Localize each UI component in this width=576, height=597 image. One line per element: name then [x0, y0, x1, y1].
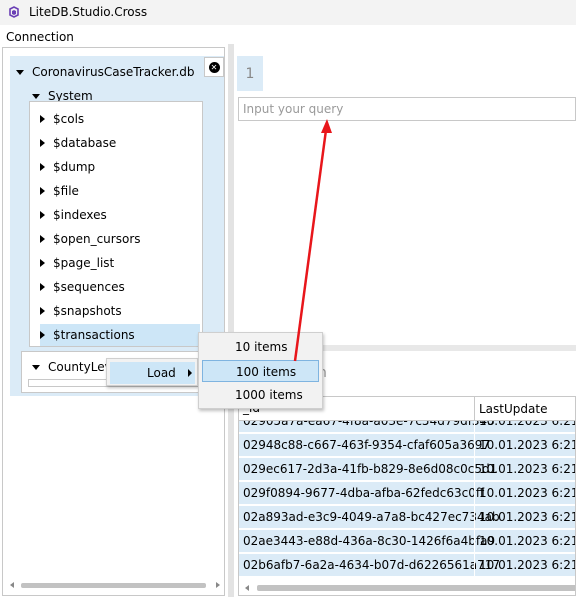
expand-arrow-icon[interactable] — [16, 69, 24, 75]
annotation-arrow-head — [321, 119, 332, 133]
submenu-item-label: 100 items — [236, 365, 297, 379]
query-tab[interactable]: 1 — [237, 56, 263, 91]
tree-item-label: $database — [53, 136, 117, 150]
cell-id[interactable]: 029ec617-2d3a-41fb-b829-8e6d08c0c5d1 — [243, 462, 497, 476]
cell-separator — [474, 434, 475, 458]
cell-id[interactable]: 02ae3443-e88d-436a-8c30-1426f6a4bfa9 — [243, 534, 495, 548]
system-collections-list: $cols $database $dump $file $indexes $op… — [29, 101, 203, 347]
submenu-item-label: 10 items — [235, 340, 288, 354]
collapse-arrow-icon[interactable] — [40, 283, 45, 291]
tree-item-label: $cols — [53, 112, 85, 126]
close-database-button[interactable]: ✕ — [204, 57, 224, 77]
pane-splitter[interactable] — [228, 44, 234, 597]
annotation-arrow-line — [293, 129, 328, 362]
collapse-arrow-icon[interactable] — [40, 139, 45, 147]
tree-item-label: $page_list — [53, 256, 115, 270]
tree-item-open-cursors[interactable]: $open_cursors — [40, 228, 200, 250]
table-row[interactable]: 029ec617-2d3a-41fb-b829-8e6d08c0c5d1 10.0… — [239, 458, 575, 482]
cell-id[interactable]: 029f0894-9677-4dba-afba-62fedc63c0ff — [243, 486, 484, 500]
tree-item-cols[interactable]: $cols — [40, 108, 200, 130]
tree-item-sequences[interactable]: $sequences — [40, 276, 200, 298]
collapse-arrow-icon[interactable] — [40, 307, 45, 315]
collapse-arrow-icon[interactable] — [40, 211, 45, 219]
scroll-right-icon[interactable] — [216, 582, 220, 588]
load-submenu: 10 items 100 items 1000 items — [198, 332, 323, 409]
tree-item-label: $file — [53, 184, 79, 198]
submenu-item-100[interactable]: 100 items — [202, 360, 319, 382]
database-tree-pane: CoronavirusCaseTracker.db ✕ System $cols… — [2, 47, 225, 596]
submenu-item-10[interactable]: 10 items — [202, 336, 319, 358]
tree-item-label: $indexes — [53, 208, 107, 222]
tree-item-label: $transactions — [53, 328, 135, 342]
collapse-arrow-icon[interactable] — [40, 115, 45, 123]
submenu-item-label: 1000 items — [235, 388, 303, 402]
expand-arrow-icon[interactable] — [32, 93, 40, 99]
collapse-arrow-icon[interactable] — [40, 187, 45, 195]
tree-item-transactions[interactable]: $transactions — [40, 324, 200, 346]
tree-item-label: $open_cursors — [53, 232, 141, 246]
table-row[interactable]: 02a893ad-e3c9-4049-a7a8-bc427ec734ab 10.0… — [239, 506, 575, 530]
cell-separator — [474, 554, 475, 578]
table-row[interactable]: 02b6afb7-6a2a-4634-b07d-d6226561a717 10.0… — [239, 554, 575, 578]
scroll-left-icon[interactable] — [245, 585, 249, 591]
tree-item-page-list[interactable]: $page_list — [40, 252, 200, 274]
cell-lastupdate[interactable]: 10.01.2023 6:21:02 — [479, 438, 575, 452]
cell-separator — [474, 506, 475, 530]
cell-lastupdate[interactable]: 10.01.2023 6:21:02 — [479, 462, 575, 476]
table-row[interactable]: 02948c88-c667-463f-9354-cfaf605a3697 10.0… — [239, 434, 575, 458]
tree-item-dump[interactable]: $dump — [40, 156, 200, 178]
submenu-item-1000[interactable]: 1000 items — [202, 384, 319, 406]
menu-bar: Connection — [0, 27, 576, 47]
close-icon: ✕ — [208, 61, 220, 73]
cell-separator — [474, 458, 475, 482]
expand-arrow-icon[interactable] — [32, 364, 40, 370]
menu-connection[interactable]: Connection — [6, 30, 74, 44]
cell-lastupdate[interactable]: 10.01.2023 6:21:02 — [479, 558, 575, 572]
tree-item-label: $dump — [53, 160, 96, 174]
tree-item-snapshots[interactable]: $snapshots — [40, 300, 200, 322]
cell-separator — [474, 530, 475, 554]
tree-item-database[interactable]: $database — [40, 132, 200, 154]
column-header-lastupdate-label[interactable]: LastUpdate — [479, 402, 547, 416]
grid-horizontal-scrollbar[interactable] — [243, 582, 575, 594]
scroll-left-icon[interactable] — [10, 582, 14, 588]
table-row[interactable]: 029f0894-9677-4dba-afba-62fedc63c0ff 10.0… — [239, 482, 575, 506]
scrollbar-thumb[interactable] — [257, 585, 575, 591]
database-node[interactable]: CoronavirusCaseTracker.db — [16, 61, 195, 83]
column-separator[interactable] — [474, 397, 475, 421]
cell-lastupdate[interactable]: 10.01.2023 6:21:02 — [479, 534, 575, 548]
cell-id[interactable]: 02a893ad-e3c9-4049-a7a8-bc427ec734ab — [243, 510, 500, 524]
collapse-arrow-icon[interactable] — [40, 163, 45, 171]
cell-lastupdate[interactable]: 10.01.2023 6:21:02 — [479, 510, 575, 524]
results-grid: _id LastUpdate 02905a7a-ea67-4f8a-a03e-7… — [238, 396, 576, 596]
tree-horizontal-scrollbar[interactable] — [9, 579, 221, 592]
tree-item-label: $snapshots — [53, 304, 122, 318]
tree-item-file[interactable]: $file — [40, 180, 200, 202]
scrollbar-thumb[interactable] — [21, 583, 206, 588]
collapse-arrow-icon[interactable] — [40, 331, 45, 339]
context-menu-item-label: Load — [147, 366, 176, 380]
litedb-app-icon — [9, 6, 19, 18]
cell-id[interactable]: 02b6afb7-6a2a-4634-b07d-d6226561a717 — [243, 558, 500, 572]
table-row[interactable]: 02ae3443-e88d-436a-8c30-1426f6a4bfa9 10.0… — [239, 530, 575, 554]
database-name: CoronavirusCaseTracker.db — [32, 65, 195, 79]
window-title: LiteDB.Studio.Cross — [29, 5, 148, 19]
collapse-arrow-icon[interactable] — [40, 259, 45, 267]
tree-item-label: $sequences — [53, 280, 125, 294]
cell-separator — [474, 482, 475, 506]
collapse-arrow-icon[interactable] — [40, 235, 45, 243]
cell-lastupdate[interactable]: 10.01.2023 6:21:02 — [479, 486, 575, 500]
tree-context-menu: Load — [106, 358, 198, 386]
query-input[interactable] — [238, 97, 576, 121]
submenu-arrow-icon — [188, 369, 192, 377]
tree-item-indexes[interactable]: $indexes — [40, 204, 200, 226]
cell-id[interactable]: 02948c88-c667-463f-9354-cfaf605a3697 — [243, 438, 490, 452]
title-bar: LiteDB.Studio.Cross — [0, 0, 576, 25]
context-menu-item-load[interactable]: Load — [110, 362, 195, 384]
